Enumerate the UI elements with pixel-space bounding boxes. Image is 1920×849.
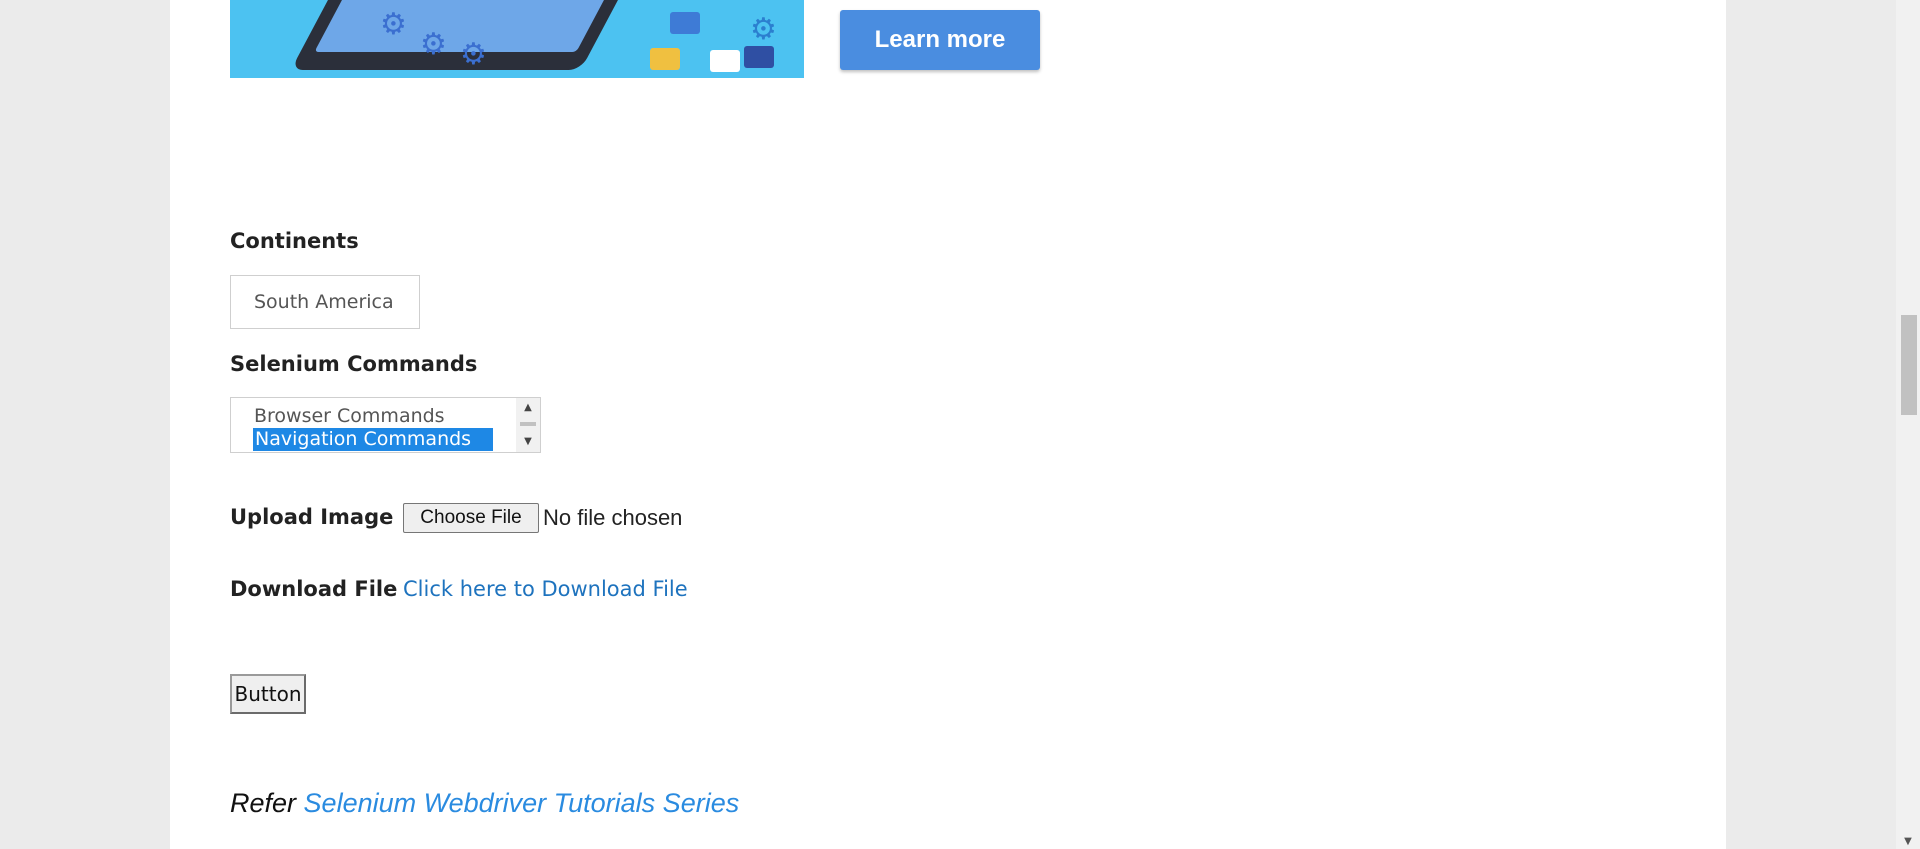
gear-icon: ⚙ bbox=[750, 12, 777, 47]
page-scroll-thumb[interactable] bbox=[1901, 315, 1917, 415]
app-tile-icon bbox=[710, 50, 740, 72]
listbox-scrollbar[interactable]: ▲ ▼ bbox=[516, 398, 540, 452]
gear-icon: ⚙ bbox=[380, 7, 407, 42]
learn-more-button[interactable]: Learn more bbox=[840, 10, 1040, 70]
listbox-option[interactable]: Browser Commands bbox=[254, 405, 445, 428]
triangle-up-icon[interactable]: ▲ bbox=[516, 402, 540, 414]
selenium-commands-label: Selenium Commands bbox=[230, 352, 478, 376]
upload-image-label: Upload Image bbox=[230, 505, 394, 529]
tutorials-series-link[interactable]: Selenium Webdriver Tutorials Series bbox=[304, 788, 740, 818]
hero-banner-image: ⚙ ⚙ ⚙ ⚙ bbox=[230, 0, 804, 78]
file-status-text: No file chosen bbox=[543, 505, 683, 530]
gear-icon: ⚙ bbox=[460, 37, 487, 72]
continents-label: Continents bbox=[230, 229, 359, 253]
page-content: ⚙ ⚙ ⚙ ⚙ Learn more Continents South Amer… bbox=[170, 0, 1726, 849]
triangle-down-icon[interactable]: ▼ bbox=[516, 436, 540, 448]
selenium-commands-listbox[interactable]: Browser Commands Navigation Commands ▲ ▼ bbox=[230, 397, 541, 453]
app-tile-icon bbox=[744, 46, 774, 68]
refer-text: Refer Selenium Webdriver Tutorials Serie… bbox=[230, 788, 739, 819]
plain-button[interactable]: Button bbox=[230, 674, 306, 714]
download-file-label: Download File bbox=[230, 577, 398, 601]
car-icon bbox=[670, 12, 700, 34]
continents-select[interactable]: South America bbox=[230, 275, 420, 329]
page-scrollbar[interactable]: ▼ bbox=[1896, 0, 1920, 849]
choose-file-button[interactable]: Choose File bbox=[403, 503, 539, 533]
triangle-down-icon[interactable]: ▼ bbox=[1896, 836, 1920, 847]
listbox-scroll-thumb[interactable] bbox=[520, 422, 536, 426]
gear-icon: ⚙ bbox=[420, 27, 447, 62]
listbox-option-selected[interactable]: Navigation Commands bbox=[253, 428, 493, 451]
vehicle-icon bbox=[650, 48, 680, 70]
download-file-link[interactable]: Click here to Download File bbox=[403, 577, 688, 601]
refer-prefix: Refer bbox=[230, 788, 297, 818]
continents-selected-value: South America bbox=[254, 291, 394, 313]
